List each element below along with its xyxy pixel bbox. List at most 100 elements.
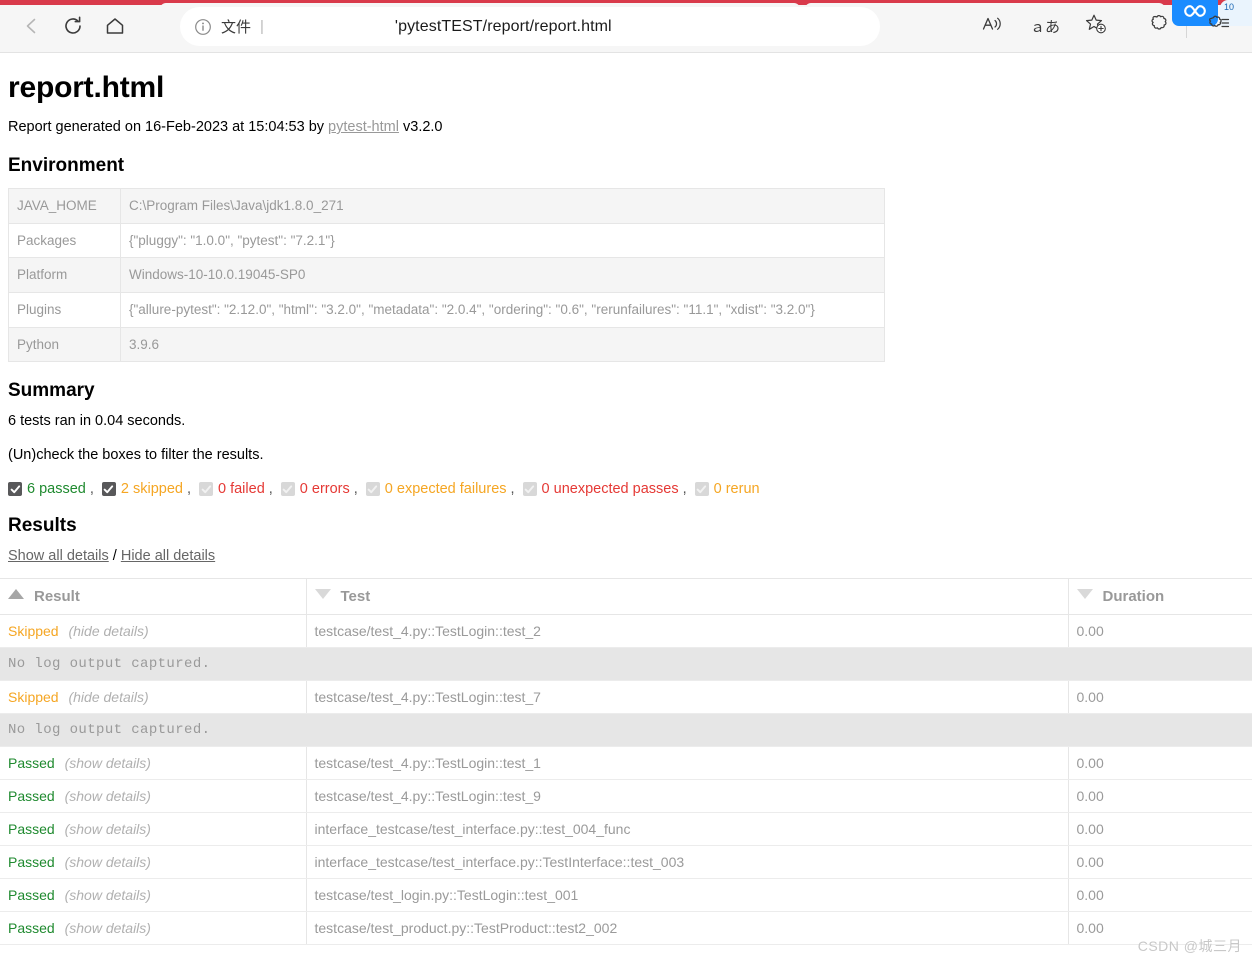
checkbox-unexpected-passes[interactable] <box>522 482 537 497</box>
status-badge: Skipped <box>8 623 59 640</box>
environment-heading: Environment <box>8 155 125 177</box>
details-toggle[interactable]: (hide details) <box>68 623 148 639</box>
table-row[interactable]: Passed (show details) interface_testcase… <box>0 812 1252 847</box>
details-toggle[interactable]: (show details) <box>65 887 151 903</box>
checkbox-expected-failures[interactable] <box>365 482 380 497</box>
read-aloud-button[interactable] <box>976 9 1010 43</box>
results-table: Result Test Duration Skipped (hide detai… <box>0 578 1252 946</box>
summary-run-line: 6 tests ran in 0.04 seconds. <box>8 413 186 430</box>
result-filters: 6 passed , 2 skipped , 0 failed , 0 erro… <box>8 481 1244 497</box>
column-header-test[interactable]: Test <box>306 578 1069 616</box>
log-output-row: No log output captured. <box>0 647 1252 682</box>
column-label-duration: Duration <box>1102 588 1165 606</box>
table-row: Platform Windows-10-10.0.19045-SP0 <box>8 257 885 294</box>
details-toggle[interactable]: (show details) <box>65 920 151 936</box>
test-name-cell: testcase/test_4.py::TestLogin::test_1 <box>306 746 1069 781</box>
generator-version: v3.2.0 <box>403 119 443 135</box>
env-value: {"pluggy": "1.0.0", "pytest": "7.2.1"} <box>120 222 885 259</box>
details-toggle[interactable]: (show details) <box>65 854 151 870</box>
column-header-result[interactable]: Result <box>0 578 307 616</box>
checkbox-failed[interactable] <box>199 482 213 497</box>
back-button[interactable] <box>14 8 50 44</box>
table-row: Packages {"pluggy": "1.0.0", "pytest": "… <box>8 222 885 259</box>
env-key: Packages <box>8 222 121 259</box>
env-value: Windows-10-10.0.19045-SP0 <box>120 257 885 294</box>
result-cell: Passed (show details) <box>0 878 307 913</box>
log-output-text: No log output captured. <box>0 713 1252 748</box>
checkbox-skipped[interactable] <box>101 482 116 497</box>
sort-descending-icon <box>314 589 331 600</box>
table-row[interactable]: Skipped (hide details) testcase/test_4.p… <box>0 614 1252 649</box>
duration-cell: 0.00 <box>1068 680 1252 715</box>
table-row[interactable]: Passed (show details) testcase/test_prod… <box>0 911 1252 946</box>
sort-ascending-icon <box>8 589 24 600</box>
reload-icon <box>62 15 84 37</box>
table-row: Python 3.9.6 <box>8 326 885 363</box>
env-value: {"allure-pytest": "2.12.0", "html": "3.2… <box>120 292 885 328</box>
translate-button[interactable]: ａあ <box>1028 9 1062 43</box>
table-row[interactable]: Skipped (hide details) testcase/test_4.p… <box>0 680 1252 715</box>
pytest-html-link[interactable]: pytest-html <box>328 119 399 135</box>
table-row[interactable]: Passed (show details) testcase/test_4.py… <box>0 779 1252 814</box>
table-row[interactable]: Passed (show details) testcase/test_logi… <box>0 878 1252 913</box>
env-key: Platform <box>8 257 121 294</box>
filter-passed[interactable]: 6 passed <box>8 481 86 497</box>
details-toggle[interactable]: (show details) <box>65 755 151 771</box>
checkbox-passed[interactable] <box>8 482 22 497</box>
details-toggle-links: Show all details / Hide all details <box>8 548 1244 564</box>
filter-comma: , <box>353 481 358 498</box>
results-heading: Results <box>8 515 77 537</box>
filter-expected-failures[interactable]: 0 expected failures <box>365 481 507 498</box>
checkbox-rerun[interactable] <box>694 482 709 497</box>
env-key: Plugins <box>8 292 121 328</box>
filter-errors[interactable]: 0 errors <box>280 481 350 497</box>
test-name-cell: interface_testcase/test_interface.py::te… <box>306 812 1069 847</box>
address-bar[interactable]: 文件 | 'pytestTEST/report/report.html <box>180 7 880 46</box>
add-favorite-button[interactable] <box>1079 9 1113 43</box>
browser-essentials-button[interactable] <box>1202 9 1236 43</box>
table-row[interactable]: Passed (show details) interface_testcase… <box>0 845 1252 880</box>
tab-strip-sliver <box>0 0 1252 9</box>
status-badge: Passed <box>8 755 55 772</box>
status-badge: Passed <box>8 920 55 937</box>
url-separator: | <box>260 18 264 35</box>
filter-unexpected-passes[interactable]: 0 unexpected passes <box>522 481 679 497</box>
filter-comma: , <box>682 481 687 498</box>
env-value: C:\Program Files\Java\jdk1.8.0_271 <box>120 188 885 224</box>
table-row: JAVA_HOME C:\Program Files\Java\jdk1.8.0… <box>8 188 885 224</box>
table-row[interactable]: Passed (show details) testcase/test_4.py… <box>0 746 1252 781</box>
read-aloud-icon <box>981 13 1005 40</box>
duration-cell: 0.00 <box>1068 746 1252 781</box>
summary-filter-hint: (Un)check the boxes to filter the result… <box>8 447 264 464</box>
status-badge: Passed <box>8 788 55 805</box>
column-header-duration[interactable]: Duration <box>1068 578 1252 616</box>
home-button[interactable] <box>97 8 133 44</box>
status-badge: Passed <box>8 821 55 838</box>
details-toggle[interactable]: (show details) <box>65 788 151 804</box>
generated-prefix: Report generated on 16-Feb-2023 at 15:04… <box>8 119 325 135</box>
result-cell: Skipped (hide details) <box>0 614 307 649</box>
filter-rerun[interactable]: 0 rerun <box>694 481 760 497</box>
info-circle-icon[interactable] <box>194 18 212 36</box>
filter-failed[interactable]: 0 failed <box>199 481 265 497</box>
details-toggle[interactable]: (show details) <box>65 821 151 837</box>
show-all-details-link[interactable]: Show all details <box>8 548 109 564</box>
test-name-cell: interface_testcase/test_interface.py::Te… <box>306 845 1069 880</box>
home-icon <box>104 15 126 37</box>
status-badge: Passed <box>8 854 55 871</box>
duration-cell: 0.00 <box>1068 812 1252 847</box>
duration-cell: 0.00 <box>1068 911 1252 946</box>
url-text[interactable]: 'pytestTEST/report/report.html <box>395 18 612 36</box>
test-name-cell: testcase/test_4.py::TestLogin::test_2 <box>306 614 1069 649</box>
result-cell: Skipped (hide details) <box>0 680 307 715</box>
filter-skipped[interactable]: 2 skipped <box>101 481 183 497</box>
checkbox-errors[interactable] <box>280 482 295 497</box>
log-output-row: No log output captured. <box>0 713 1252 748</box>
reload-button[interactable] <box>55 8 91 44</box>
file-scheme-label: 文件 <box>221 19 252 36</box>
hide-all-details-link[interactable]: Hide all details <box>121 548 215 564</box>
filter-label-expected-failures: 0 expected failures <box>384 481 507 498</box>
filter-label-passed: 6 passed <box>27 481 86 498</box>
results-header-row: Result Test Duration <box>0 578 1252 616</box>
details-toggle[interactable]: (hide details) <box>68 689 148 705</box>
